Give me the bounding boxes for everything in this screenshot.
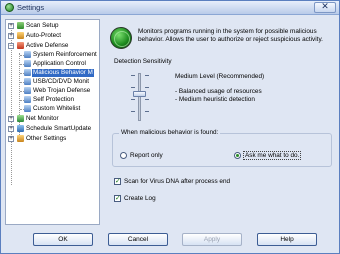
settings-window: Settings ✕ + Scan Setup + Auto-Protect −… — [0, 0, 340, 254]
ask-me-radio[interactable] — [234, 152, 241, 159]
level-description: - Balanced usage of resources — [175, 88, 262, 95]
tree-item-label: Self Protection — [33, 96, 74, 103]
tree-connector — [11, 26, 12, 185]
ask-me-label[interactable]: Ask me what to do. — [243, 151, 302, 160]
tree-item-label: Scan Setup — [26, 22, 59, 29]
cancel-button[interactable]: Cancel — [108, 233, 168, 246]
collapse-icon[interactable]: − — [8, 43, 14, 49]
slider-tick — [145, 75, 149, 76]
slider-tick — [131, 99, 135, 100]
expand-icon[interactable]: + — [8, 23, 14, 29]
doc-icon — [24, 105, 31, 112]
slider-tick — [131, 75, 135, 76]
doc-icon — [24, 60, 31, 67]
auto-protect-icon — [17, 32, 24, 39]
doc-icon — [24, 96, 31, 103]
help-button[interactable]: Help — [257, 233, 317, 246]
scan-setup-icon — [17, 22, 24, 29]
report-only-radio[interactable] — [120, 152, 127, 159]
slider-tick — [131, 111, 135, 112]
update-icon — [17, 125, 24, 132]
title-bar[interactable]: Settings ✕ — [1, 1, 339, 15]
scan-dna-checkbox[interactable]: ✓ — [114, 178, 121, 185]
tree-item-label: Other Settings — [26, 135, 67, 142]
sensitivity-label: Detection Sensitivity — [114, 58, 172, 65]
behavior-monitor-icon — [110, 27, 132, 49]
slider-tick — [131, 87, 135, 88]
sensitivity-slider-thumb[interactable] — [133, 91, 146, 97]
tree-item-label: USB/CD/DVD Monit — [33, 78, 89, 85]
tree-item-label: Active Defense — [26, 42, 69, 49]
doc-icon — [24, 78, 31, 85]
expand-icon[interactable]: + — [8, 136, 14, 142]
create-log-label[interactable]: Create Log — [124, 195, 156, 202]
tree-item-label: Web Trojan Defense — [33, 87, 91, 94]
active-defense-icon — [17, 42, 24, 49]
settings-tree[interactable]: + Scan Setup + Auto-Protect − Active Def… — [5, 19, 100, 225]
close-button[interactable]: ✕ — [314, 2, 336, 13]
net-monitor-icon — [17, 115, 24, 122]
tree-item-label: Application Control — [33, 60, 86, 67]
apply-button[interactable]: Apply — [182, 233, 242, 246]
ok-button[interactable]: OK — [33, 233, 93, 246]
slider-tick — [145, 87, 149, 88]
slider-tick — [145, 99, 149, 100]
doc-icon — [24, 51, 31, 58]
expand-icon[interactable]: + — [8, 116, 14, 122]
sensitivity-slider-track[interactable] — [138, 73, 141, 121]
create-log-checkbox[interactable]: ✓ — [114, 195, 121, 202]
tree-item-label: Auto-Protect — [26, 32, 61, 39]
expand-icon[interactable]: + — [8, 126, 14, 132]
level-title: Medium Level (Recommended) — [175, 73, 265, 80]
doc-icon — [24, 87, 31, 94]
slider-tick — [145, 111, 149, 112]
window-title: Settings — [17, 3, 45, 12]
tree-item-label: Net Monitor — [26, 115, 59, 122]
report-only-label[interactable]: Report only — [130, 152, 163, 159]
level-description: - Medium heuristic detection — [175, 96, 255, 103]
behavior-group-label: When malicious behavior is found: — [119, 129, 221, 136]
expand-icon[interactable]: + — [8, 33, 14, 39]
tree-item-label: Schedule SmartUpdate — [26, 125, 92, 132]
other-settings-icon — [17, 135, 24, 142]
behavior-action-group — [112, 133, 332, 167]
scan-dna-label[interactable]: Scan for Virus DNA after process end — [124, 178, 230, 185]
tree-item-label: Malicious Behavior M — [32, 69, 94, 77]
doc-icon — [24, 69, 31, 76]
tree-item-label: Custom Whitelist — [33, 105, 81, 112]
feature-description: Monitors programs running in the system … — [138, 28, 323, 43]
tree-item-label: System Reinforcement — [33, 51, 97, 58]
app-shield-icon — [5, 3, 14, 12]
